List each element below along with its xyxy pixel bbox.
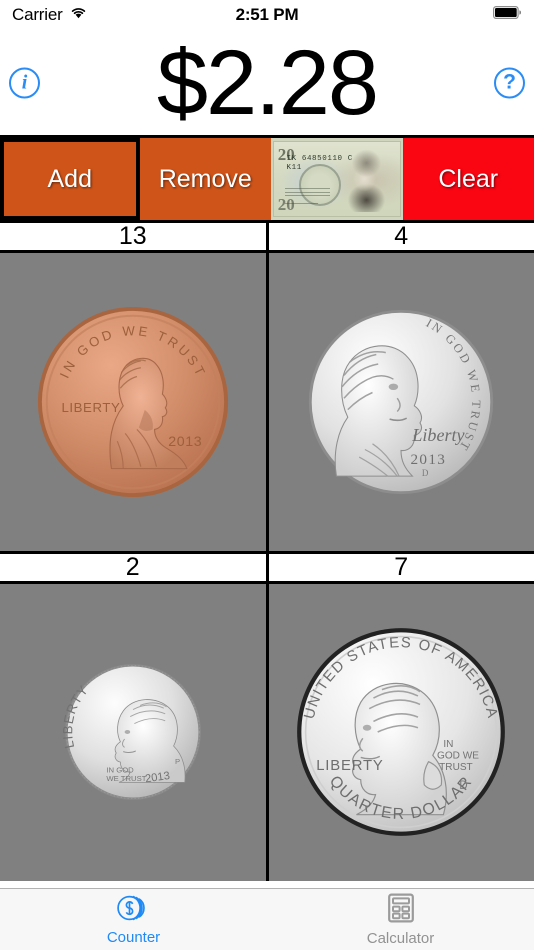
info-button-label: i [21, 71, 28, 93]
status-bar-left: Carrier [12, 5, 87, 25]
quarter-count: 7 [268, 553, 534, 584]
nickel-coin-pane[interactable]: IN GOD WE TRUST Liberty 2013 D [268, 253, 534, 551]
status-bar: Carrier 2:51 PM [0, 0, 534, 30]
coin-cell-dime[interactable]: 2 RTY IN GOD WE TRUST 2013 P [0, 553, 266, 881]
dime-coin-pane[interactable]: LIBERTY IN GOD WE TRUST 2013 P [0, 583, 266, 881]
bill-denomination-bottom: 20 [277, 194, 295, 214]
svg-text:WE TRUST: WE TRUST [106, 774, 146, 783]
remove-button-label: Remove [158, 164, 252, 193]
action-button-row: Add Remove 20 20 IK 64850110 C K11 Clear [0, 135, 534, 223]
svg-text:TRUST: TRUST [439, 762, 473, 773]
clear-button[interactable]: Clear [402, 138, 534, 220]
total-display-row: i $2.28 ? [0, 30, 534, 135]
tab-counter[interactable]: Counter [0, 889, 267, 950]
nickel-count: 4 [268, 222, 534, 253]
quarter-coin-icon: UNITED STATES OF AMERICA QUARTER DOLLAR … [295, 626, 507, 838]
twenty-dollar-bill-button[interactable]: 20 20 IK 64850110 C K11 [271, 138, 403, 220]
coin-grid: 13 IN GOD WE TRUST LIBERTY 2013 4 IN GOD… [0, 222, 534, 881]
bill-plate-number: K11 [286, 164, 302, 173]
add-button-label: Add [47, 164, 92, 193]
battery-full-icon [493, 6, 522, 24]
add-button[interactable]: Add [0, 138, 140, 220]
svg-text:P: P [175, 757, 180, 766]
svg-text:IN GOD: IN GOD [106, 766, 134, 775]
dime-count: 2 [0, 553, 266, 584]
tab-counter-label: Counter [106, 928, 161, 946]
quarter-coin-pane[interactable]: UNITED STATES OF AMERICA QUARTER DOLLAR … [268, 583, 534, 881]
remove-button[interactable]: Remove [139, 138, 271, 220]
nickel-coin-icon: IN GOD WE TRUST Liberty 2013 D [306, 307, 496, 497]
question-circle-icon[interactable]: ? [494, 67, 525, 98]
penny-coin-pane[interactable]: IN GOD WE TRUST LIBERTY 2013 [0, 253, 266, 551]
app-screen: Carrier 2:51 PM i $2.28 ? Add Remove 20 … [0, 0, 534, 950]
page-title: $2.28 [156, 31, 379, 134]
svg-text:D: D [460, 779, 468, 792]
info-circle-icon[interactable]: i [9, 67, 40, 98]
status-bar-right [493, 6, 522, 24]
dime-coin-icon: LIBERTY IN GOD WE TRUST 2013 P [63, 662, 203, 802]
coin-cell-quarter[interactable]: 7 UNITED STATES OF AMERICA QUARTER DOLLA… [268, 553, 534, 881]
bill-serial-number: IK 64850110 C [286, 155, 353, 164]
calculator-icon [386, 893, 416, 928]
tab-bar: Counter Calculator [0, 888, 534, 950]
penny-count: 13 [0, 222, 266, 253]
coin-cell-nickel[interactable]: 4 IN GOD WE TRUST Liberty 2013 D [268, 222, 534, 551]
tab-calculator[interactable]: Calculator [267, 889, 534, 950]
svg-text:Liberty: Liberty [412, 425, 466, 445]
tab-calculator-label: Calculator [366, 929, 435, 947]
help-button-label: ? [503, 70, 516, 94]
twenty-dollar-bill-icon: 20 20 IK 64850110 C K11 [271, 138, 403, 220]
carrier-label: Carrier [12, 5, 63, 24]
svg-text:2013: 2013 [411, 451, 447, 468]
svg-text:D: D [422, 468, 429, 478]
penny-coin-icon: IN GOD WE TRUST LIBERTY 2013 [35, 304, 231, 500]
svg-text:IN: IN [444, 739, 454, 750]
wifi-icon [70, 6, 87, 24]
svg-text:LIBERTY: LIBERTY [316, 758, 383, 774]
coin-cell-penny[interactable]: 13 IN GOD WE TRUST LIBERTY 2013 [0, 222, 266, 551]
clear-button-label: Clear [438, 164, 499, 193]
svg-text:LIBERTY: LIBERTY [61, 400, 120, 415]
coins-stack-icon [116, 894, 151, 927]
svg-text:2013: 2013 [168, 434, 202, 450]
svg-text:GOD WE: GOD WE [437, 751, 479, 762]
